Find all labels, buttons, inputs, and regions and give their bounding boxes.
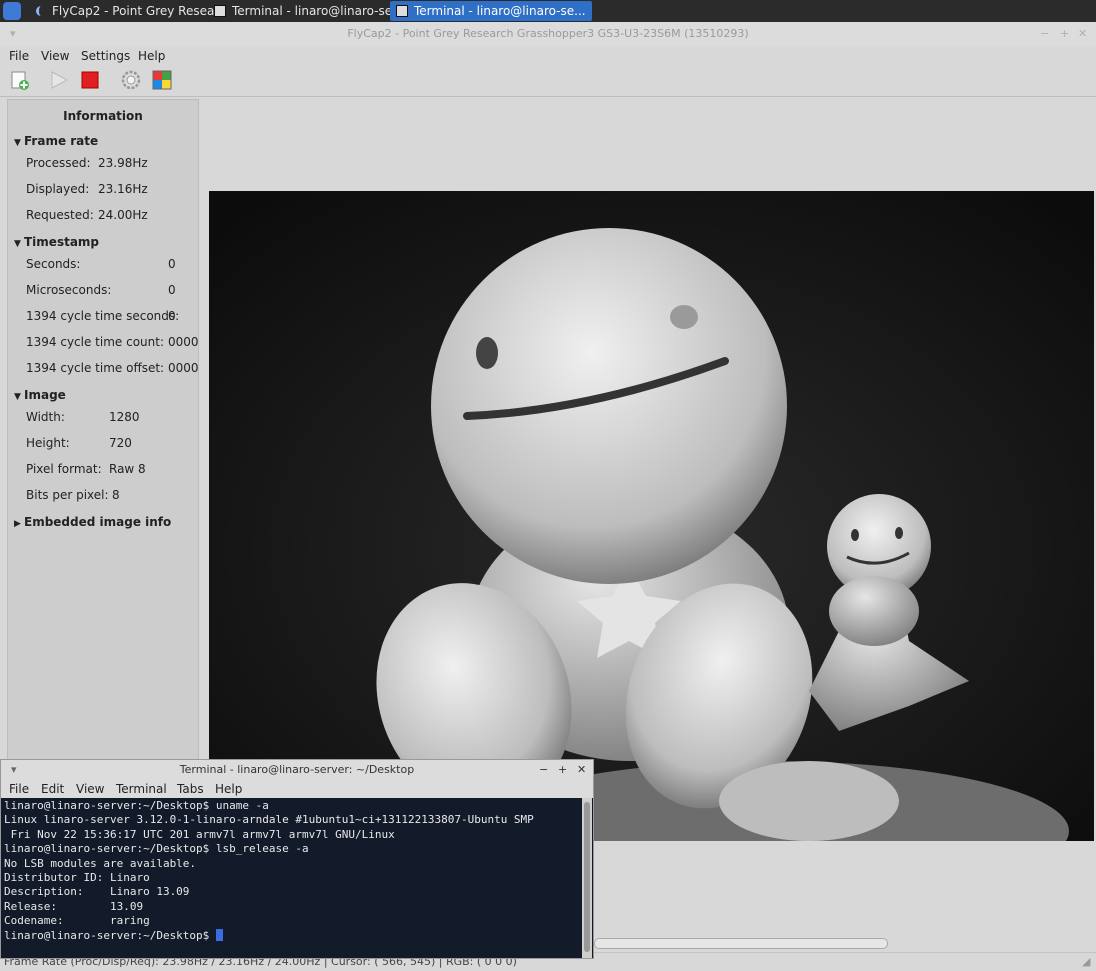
terminal-menu-edit[interactable]: Edit <box>41 780 64 798</box>
terminal-line: linaro@linaro-server:~/Desktop$ uname -a <box>4 799 269 812</box>
expanded-triangle-icon: ▼ <box>14 138 21 148</box>
terminal-line: Fri Nov 22 15:36:17 UTC 201 armv7l armv7… <box>4 827 395 841</box>
minimize-icon[interactable]: − <box>1040 22 1049 46</box>
menu-file[interactable]: File <box>9 46 29 66</box>
info-row: Displayed: <box>26 182 90 196</box>
terminal-menu-terminal[interactable]: Terminal <box>116 780 167 798</box>
info-value: 23.98Hz <box>98 156 148 170</box>
info-row: Requested: <box>26 208 94 222</box>
taskbar: FlyCap2 - Point Grey Resea... Terminal -… <box>0 0 1096 22</box>
expanded-triangle-icon: ▼ <box>14 392 21 402</box>
info-row: 1394 cycle time seconds: <box>26 309 180 323</box>
info-value: 0000 <box>168 361 199 375</box>
terminal-line: linaro@linaro-server:~/Desktop$ lsb_rele… <box>4 842 309 856</box>
info-value: 0 <box>168 309 176 323</box>
terminal-line: Linux linaro-server 3.12.0-1-linaro-arnd… <box>4 813 534 827</box>
play-icon <box>51 71 69 89</box>
taskbar-item-flycap[interactable]: FlyCap2 - Point Grey Resea... <box>28 1 232 21</box>
terminal-icon <box>214 5 226 17</box>
info-row: Pixel format: <box>26 462 102 476</box>
window-title: FlyCap2 - Point Grey Research Grasshoppe… <box>347 27 749 40</box>
color-palette-icon <box>152 70 172 90</box>
camera-settings-button[interactable] <box>120 69 142 91</box>
maximize-icon[interactable]: + <box>558 760 567 780</box>
resize-grip-icon[interactable]: ◢ <box>1082 953 1090 971</box>
info-row: Microseconds: <box>26 283 112 297</box>
expanded-triangle-icon: ▼ <box>14 239 21 249</box>
start-capture-button[interactable] <box>48 69 70 91</box>
terminal-line: No LSB modules are available. <box>4 856 197 870</box>
taskbar-item-label: Terminal - linaro@linaro-se... <box>414 4 586 18</box>
terminal-menu-file[interactable]: File <box>9 780 29 798</box>
terminal-titlebar: ▾ Terminal - linaro@linaro-server: ~/Des… <box>1 760 593 780</box>
section-timestamp[interactable]: ▼ Timestamp <box>14 235 99 249</box>
taskbar-item-label: FlyCap2 - Point Grey Resea... <box>52 4 226 18</box>
info-value: 8 <box>112 488 120 502</box>
minimize-icon[interactable]: − <box>539 760 548 780</box>
terminal-line: Description: Linaro 13.09 <box>4 885 190 899</box>
histogram-button[interactable] <box>151 69 173 91</box>
menu-settings[interactable]: Settings <box>81 46 130 66</box>
info-row: 1394 cycle time offset: <box>26 361 165 375</box>
menu-help[interactable]: Help <box>138 46 165 66</box>
terminal-title: Terminal - linaro@linaro-server: ~/Deskt… <box>179 763 415 776</box>
menu-view[interactable]: View <box>41 46 69 66</box>
taskbar-item-label: Terminal - linaro@linaro-se... <box>232 4 404 18</box>
terminal-menu-tabs[interactable]: Tabs <box>177 780 204 798</box>
scrollbar-thumb[interactable] <box>584 802 590 952</box>
taskbar-item-terminal-2[interactable]: Terminal - linaro@linaro-se... <box>390 1 592 21</box>
terminal-output[interactable]: linaro@linaro-server:~/Desktop$ uname -a… <box>4 799 580 957</box>
info-value: 0 <box>168 257 176 271</box>
taskbar-item-terminal-1[interactable]: Terminal - linaro@linaro-se... <box>208 1 410 21</box>
section-image[interactable]: ▼ Image <box>14 388 66 402</box>
stop-capture-button[interactable] <box>79 69 101 91</box>
new-document-icon <box>11 71 29 90</box>
window-menu-icon[interactable]: ▾ <box>11 760 17 780</box>
terminal-line: Release: 13.09 <box>4 899 144 913</box>
info-value: 24.00Hz <box>98 208 148 222</box>
info-value: 1280 <box>109 410 140 424</box>
information-panel: Information ▼ Frame rate Processed: 23.98… <box>7 99 199 761</box>
text-cursor <box>215 928 223 941</box>
gear-icon <box>121 70 141 90</box>
terminal-line: Distributor ID: Linaro <box>4 871 150 885</box>
window-menu-icon[interactable]: ▾ <box>10 22 16 46</box>
terminal-window[interactable]: ▾ Terminal - linaro@linaro-server: ~/Des… <box>0 759 594 959</box>
terminal-prompt: linaro@linaro-server:~/Desktop$ <box>4 928 216 942</box>
terminal-icon <box>396 5 408 17</box>
info-value: 0 <box>168 283 176 297</box>
info-value: 23.16Hz <box>98 182 148 196</box>
info-row: Width: <box>26 410 65 424</box>
camera-image[interactable] <box>209 191 1094 901</box>
maximize-icon[interactable]: + <box>1060 22 1069 46</box>
toolbar <box>0 66 1096 97</box>
panel-title: Information <box>63 109 143 123</box>
info-value: 720 <box>109 436 132 450</box>
new-camera-button[interactable] <box>9 69 31 91</box>
info-value: Raw 8 <box>109 462 146 476</box>
info-row: Seconds: <box>26 257 81 271</box>
flycap-icon <box>34 5 46 17</box>
info-row: Bits per pixel: <box>26 488 109 502</box>
terminal-line: Codename: raring <box>4 914 150 928</box>
section-frame-rate[interactable]: ▼ Frame rate <box>14 134 98 148</box>
info-row: Height: <box>26 436 70 450</box>
info-row: Processed: <box>26 156 91 170</box>
horizontal-scrollbar[interactable] <box>594 938 888 949</box>
close-icon[interactable]: ✕ <box>577 760 586 780</box>
terminal-menu-help[interactable]: Help <box>215 780 242 798</box>
info-row: 1394 cycle time count: <box>26 335 165 349</box>
menubar: File View Settings Help <box>0 46 1096 66</box>
window-titlebar: ▾ FlyCap2 - Point Grey Research Grasshop… <box>0 22 1096 47</box>
terminal-menubar: File Edit View Terminal Tabs Help <box>1 780 593 798</box>
section-embedded-image-info[interactable]: ▶ Embedded image info <box>14 515 171 529</box>
app-launcher-icon[interactable] <box>3 2 21 20</box>
info-value: 0000 <box>168 335 199 349</box>
terminal-scrollbar[interactable] <box>582 798 592 958</box>
close-icon[interactable]: ✕ <box>1078 22 1087 46</box>
stop-icon <box>81 71 99 89</box>
terminal-menu-view[interactable]: View <box>76 780 104 798</box>
terminal-prompt-line[interactable]: linaro@linaro-server:~/Desktop$ <box>4 928 580 943</box>
collapsed-triangle-icon: ▶ <box>14 519 21 529</box>
